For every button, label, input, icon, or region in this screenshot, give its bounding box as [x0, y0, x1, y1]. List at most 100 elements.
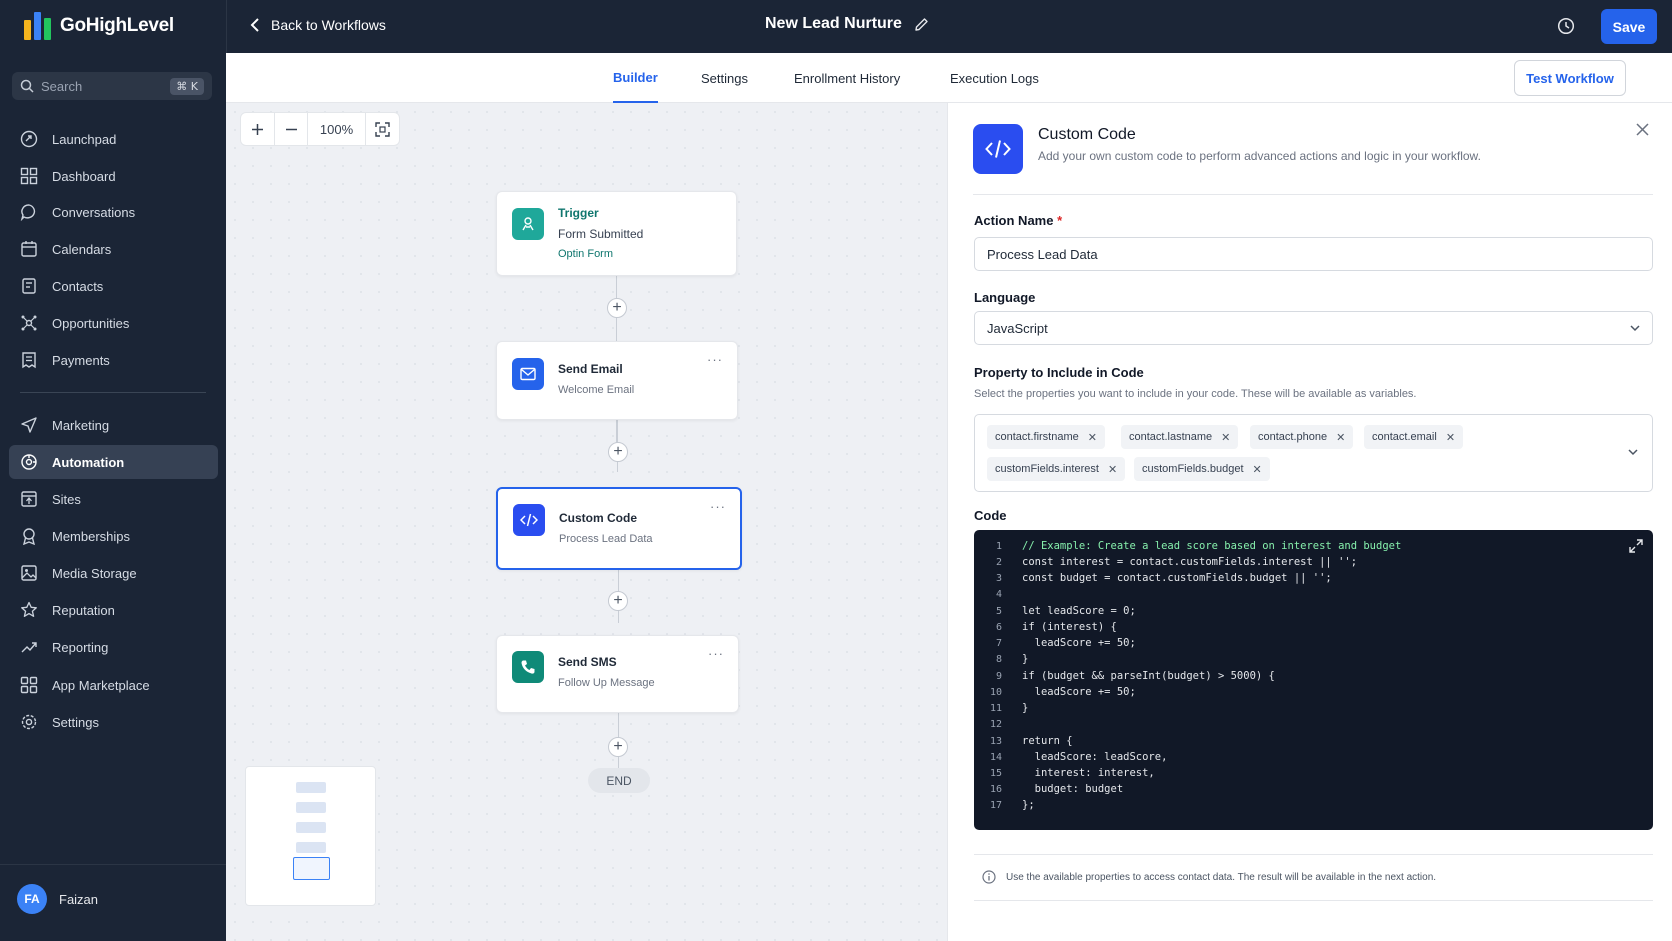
chat-icon — [20, 204, 36, 221]
remove-tag-icon[interactable]: ✕ — [1446, 431, 1455, 444]
code-line: 6 if (interest) { — [995, 621, 1117, 633]
tab-bar: Builder Settings Enrollment History Exec… — [226, 53, 1672, 103]
node-title: Custom Code — [559, 511, 637, 525]
add-step-button[interactable]: + — [607, 298, 627, 318]
gear-icon — [21, 714, 37, 730]
sidebar-item-payments[interactable]: Payments — [9, 343, 218, 377]
panel-divider — [973, 194, 1653, 195]
minimap-node — [296, 782, 326, 793]
sidebar-item-marketing[interactable]: Marketing — [9, 408, 218, 442]
sidebar-item-conversations[interactable]: Conversations — [9, 195, 218, 229]
property-tag: contact.phone ✕ — [1250, 425, 1354, 449]
expand-icon[interactable] — [1629, 539, 1643, 553]
user-profile[interactable]: FA Faizan — [17, 884, 98, 914]
more-options-icon[interactable]: ··· — [708, 646, 724, 661]
remove-tag-icon[interactable]: ✕ — [1221, 431, 1230, 444]
sidebar-item-memberships[interactable]: Memberships — [9, 519, 218, 553]
sidebar-item-label: Reporting — [52, 639, 109, 655]
add-step-button[interactable]: + — [608, 442, 628, 462]
sidebar-divider — [0, 864, 226, 865]
sidebar-item-automation[interactable]: Automation — [9, 445, 218, 479]
chevron-down-icon — [1630, 325, 1640, 332]
sidebar-item-launchpad[interactable]: Launchpad — [9, 122, 218, 156]
fit-view-button[interactable] — [366, 113, 399, 145]
zoom-in-button[interactable] — [241, 113, 275, 145]
user-name: Faizan — [59, 891, 99, 907]
sidebar-item-reputation[interactable]: Reputation — [9, 593, 218, 627]
tab-execution-logs[interactable]: Execution Logs — [950, 53, 1039, 103]
sidebar-item-label: Payments — [52, 352, 110, 368]
remove-tag-icon[interactable]: ✕ — [1108, 463, 1117, 476]
workflow-canvas[interactable]: 100% Trigger Form Submitted Optin Form +… — [226, 103, 947, 941]
property-multiselect[interactable]: contact.firstname ✕ contact.lastname ✕ con… — [974, 414, 1653, 492]
code-line: 11} — [989, 702, 1029, 714]
remove-tag-icon[interactable]: ✕ — [1253, 463, 1262, 476]
code-icon — [973, 124, 1023, 174]
pencil-icon[interactable] — [914, 17, 929, 32]
node-detail: Optin Form — [558, 248, 614, 260]
payments-icon — [22, 352, 36, 369]
zoom-level: 100% — [308, 113, 366, 145]
add-step-button[interactable]: + — [608, 737, 628, 757]
code-line: 2 const interest = contact.customFields.i… — [995, 556, 1358, 568]
end-pill: END — [588, 768, 650, 793]
sidebar-item-settings[interactable]: Settings — [9, 705, 218, 739]
sidebar-item-reporting[interactable]: Reporting — [9, 630, 218, 664]
action-name-input[interactable]: Process Lead Data — [974, 237, 1653, 271]
action-name-label: Action Name * — [974, 213, 1063, 228]
minimap-viewport[interactable] — [293, 857, 330, 880]
code-line: 5 let leadScore = 0; — [995, 605, 1136, 617]
tab-enrollment-history[interactable]: Enrollment History — [794, 53, 900, 103]
save-button[interactable]: Save — [1601, 9, 1657, 44]
sidebar-item-sites[interactable]: Sites — [9, 482, 218, 516]
property-tag: contact.firstname ✕ — [987, 425, 1105, 449]
property-tag: contact.email ✕ — [1364, 425, 1464, 449]
custom-code-panel: Custom Code Add your own custom code to … — [947, 103, 1672, 941]
info-note: Use the available properties to access c… — [982, 870, 1436, 884]
sidebar-item-dashboard[interactable]: Dashboard — [9, 159, 218, 193]
language-select[interactable]: JavaScript — [974, 311, 1653, 345]
add-step-button[interactable]: + — [608, 591, 628, 611]
test-workflow-button[interactable]: Test Workflow — [1514, 60, 1626, 96]
code-line: 9 if (budget && parseInt(budget) > 5000) … — [995, 670, 1275, 682]
code-line: 4 — [995, 588, 1002, 600]
chevron-down-icon[interactable] — [1628, 449, 1638, 456]
app-logo[interactable]: GoHighLevel — [22, 10, 174, 42]
remove-tag-icon[interactable]: ✕ — [1088, 431, 1097, 444]
back-to-workflows-link[interactable]: Back to Workflows — [249, 17, 386, 33]
code-line: 10 leadScore += 50; — [989, 686, 1136, 698]
node-title: Trigger — [558, 206, 599, 220]
sidebar-item-contacts[interactable]: Contacts — [9, 269, 218, 303]
property-tag: customFields.budget ✕ — [1134, 457, 1270, 481]
node-title: Send SMS — [558, 655, 617, 669]
sidebar-item-opportunities[interactable]: Opportunities — [9, 306, 218, 340]
code-editor[interactable]: 1// Example: Create a lead score based o… — [974, 530, 1653, 830]
code-line: 12 — [989, 718, 1002, 730]
sidebar-item-app-marketplace[interactable]: App Marketplace — [9, 668, 218, 702]
tab-settings[interactable]: Settings — [701, 53, 748, 103]
search-input[interactable]: Search ⌘ K — [12, 72, 212, 100]
code-line: 8} — [995, 653, 1029, 665]
workflow-node-send-email[interactable]: Send Email Welcome Email ··· — [496, 341, 738, 420]
tab-builder[interactable]: Builder — [613, 53, 658, 103]
trigger-icon — [512, 208, 544, 240]
workflow-node-trigger[interactable]: Trigger Form Submitted Optin Form — [496, 191, 737, 276]
history-icon[interactable] — [1557, 17, 1575, 35]
more-options-icon[interactable]: ··· — [710, 499, 726, 514]
close-icon[interactable] — [1636, 123, 1649, 136]
remove-tag-icon[interactable]: ✕ — [1336, 431, 1345, 444]
workflow-node-custom-code[interactable]: Custom Code Process Lead Data ··· — [496, 487, 742, 570]
more-options-icon[interactable]: ··· — [707, 352, 723, 367]
zoom-controls: 100% — [240, 112, 400, 146]
sidebar-item-label: Calendars — [52, 241, 112, 257]
workflow-node-send-sms[interactable]: Send SMS Follow Up Message ··· — [496, 635, 739, 713]
sidebar-item-calendars[interactable]: Calendars — [9, 232, 218, 266]
sidebar-item-media-storage[interactable]: Media Storage — [9, 556, 218, 590]
sidebar-item-label: Settings — [52, 714, 99, 730]
zoom-out-button[interactable] — [275, 113, 308, 145]
code-icon — [513, 504, 545, 536]
code-line: 14 leadScore: leadScore, — [989, 751, 1168, 763]
minimap[interactable] — [245, 766, 376, 906]
logo-icon — [22, 10, 54, 42]
contacts-icon — [22, 278, 36, 294]
